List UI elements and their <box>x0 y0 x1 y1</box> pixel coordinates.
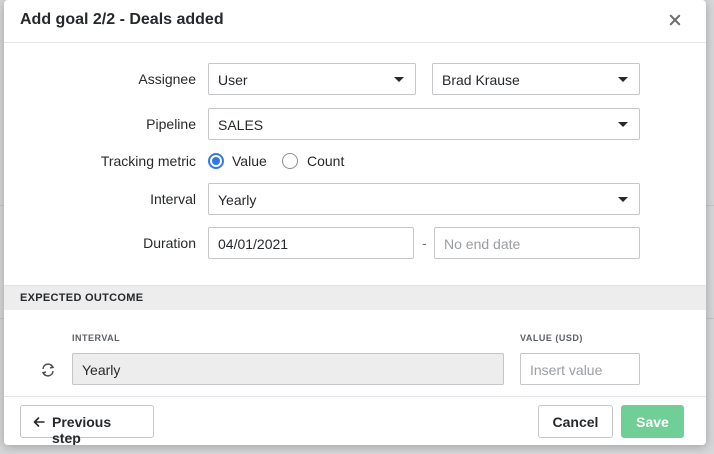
duration-separator: - <box>422 235 427 251</box>
duration-label: Duration <box>143 235 196 251</box>
assignee-label: Assignee <box>138 71 196 87</box>
tracking-metric-label: Tracking metric <box>100 153 196 169</box>
interval-value: Yearly <box>218 192 257 208</box>
add-goal-dialog: Add goal 2/2 - Deals added Assignee User… <box>4 0 706 445</box>
expected-outcome-title: EXPECTED OUTCOME <box>20 292 144 304</box>
interval-select[interactable]: Yearly <box>208 183 640 215</box>
refresh-icon[interactable] <box>40 363 56 377</box>
metric-value-radio[interactable] <box>208 153 224 169</box>
pipeline-select[interactable]: SALES <box>208 108 640 140</box>
metric-value-label[interactable]: Value <box>232 153 267 169</box>
assignee-type-value: User <box>218 72 248 88</box>
dialog-footer: Previous step Cancel Save <box>4 396 706 445</box>
pipeline-value: SALES <box>218 117 264 133</box>
value-column-header: VALUE (USD) <box>520 333 583 343</box>
duration-end-input[interactable]: No end date <box>434 227 640 259</box>
previous-step-label: Previous step <box>52 414 112 445</box>
metric-count-radio[interactable] <box>282 153 298 169</box>
chevron-down-icon <box>618 122 628 127</box>
cancel-button[interactable]: Cancel <box>538 405 613 438</box>
pipeline-label: Pipeline <box>146 116 196 132</box>
dialog-title: Add goal 2/2 - Deals added <box>20 11 224 28</box>
chevron-down-icon <box>618 197 628 202</box>
assignee-type-select[interactable]: User <box>208 63 416 95</box>
interval-label: Interval <box>150 191 196 207</box>
expected-outcome-header: EXPECTED OUTCOME <box>4 285 706 310</box>
metric-count-label[interactable]: Count <box>307 153 344 169</box>
assignee-user-value: Brad Krause <box>442 72 520 88</box>
chevron-down-icon <box>618 77 628 82</box>
duration-start-input[interactable]: 04/01/2021 <box>208 227 414 259</box>
save-button[interactable]: Save <box>621 405 684 438</box>
dialog-header: Add goal 2/2 - Deals added <box>4 0 706 43</box>
chevron-down-icon <box>394 77 404 82</box>
close-icon[interactable] <box>666 11 684 29</box>
interval-column-header: INTERVAL <box>72 333 121 343</box>
previous-step-button[interactable]: Previous step <box>20 405 154 445</box>
assignee-user-select[interactable]: Brad Krause <box>432 63 640 95</box>
expected-interval-field: Yearly <box>72 353 504 385</box>
arrow-left-icon <box>33 417 45 427</box>
expected-value-input[interactable]: Insert value <box>520 353 640 385</box>
